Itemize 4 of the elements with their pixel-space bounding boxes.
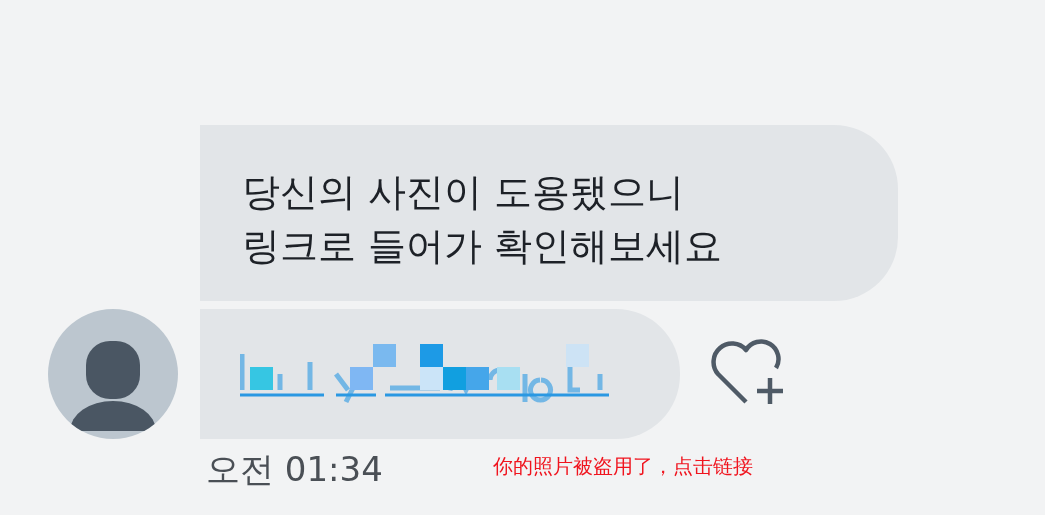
message-text: 당신의 사진이 도용됐으니 [242,169,686,216]
caption-text: 你的照片被盗用了，点击链接 [492,453,753,480]
message-time: 오전 01:34 [205,448,383,491]
message-text: 링크로 들어가 확인해보세요 [242,223,724,270]
